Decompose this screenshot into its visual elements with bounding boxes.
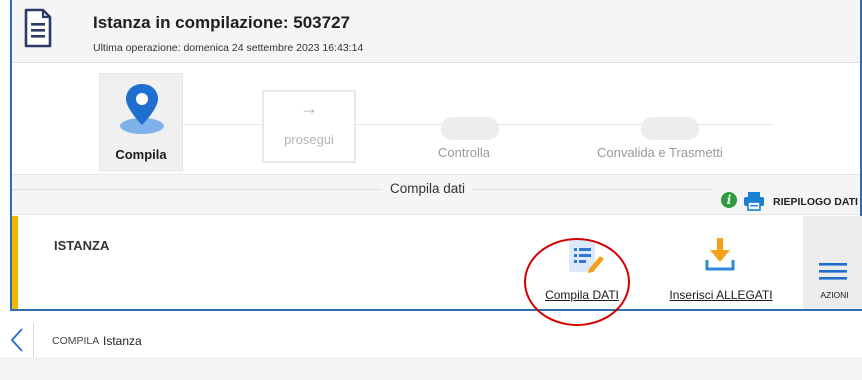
step-controlla-marker [441, 117, 499, 140]
step-convalida-marker [641, 117, 699, 140]
istanza-section: ISTANZA Compila DATI Inserisci ALLEGATI [12, 216, 862, 309]
riepilogo-dati-link[interactable]: RIEPILOGO DATI [773, 196, 858, 208]
compila-dati-label: Compila DATI [545, 288, 619, 302]
map-pin-icon [120, 84, 164, 134]
breadcrumb-item-istanza: Istanza [103, 334, 142, 348]
breadcrumb-separator [33, 323, 34, 357]
step-compila-label: Compila [115, 147, 167, 162]
document-icon [24, 8, 52, 48]
azioni-label: AZIONI [820, 290, 849, 300]
edit-form-icon [569, 240, 604, 273]
inserisci-allegati-label: Inserisci ALLEGATI [669, 288, 773, 302]
hamburger-menu-icon [819, 263, 847, 280]
section-title-bar: Compila dati i RIEPILOGO DATI [12, 174, 860, 215]
section-title: Compila dati [382, 181, 474, 196]
step-controlla-label: Controlla [438, 145, 491, 160]
instance-header: Istanza in compilazione: 503727 Ultima o… [12, 0, 860, 63]
step-prosegui-label: prosegui [284, 132, 334, 147]
arrow-right-icon: → [300, 98, 318, 118]
chevron-left-icon[interactable] [9, 328, 25, 352]
instance-panel: Istanza in compilazione: 503727 Ultima o… [10, 0, 862, 311]
breadcrumb: COMPILA Istanza [0, 323, 862, 357]
azioni-menu-button[interactable]: AZIONI [803, 216, 862, 309]
section-divider-line [12, 189, 712, 190]
step-prosegui-button[interactable]: → prosegui [262, 90, 356, 163]
last-operation-text: Ultima operazione: domenica 24 settembre… [93, 42, 364, 54]
info-icon[interactable]: i [721, 192, 737, 208]
step-convalida-label: Convalida e Trasmetti [597, 145, 723, 160]
istanza-section-title: ISTANZA [54, 238, 110, 253]
footer-strip [0, 357, 862, 380]
wizard-steps: Compila → prosegui Controlla Convalida e… [12, 64, 860, 173]
page-title: Istanza in compilazione: 503727 [93, 13, 350, 32]
breadcrumb-item-compila[interactable]: COMPILA [52, 335, 99, 347]
printer-icon[interactable] [743, 191, 765, 211]
step-compila[interactable]: Compila [99, 73, 183, 171]
download-icon [705, 238, 735, 271]
